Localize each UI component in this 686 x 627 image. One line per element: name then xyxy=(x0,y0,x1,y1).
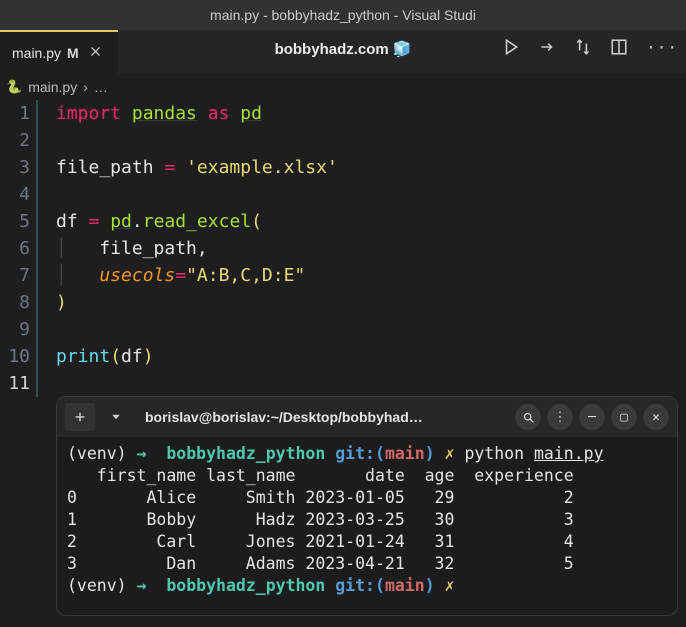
terminal-dropdown-icon[interactable] xyxy=(101,403,131,431)
more-icon[interactable]: ··· xyxy=(646,38,678,60)
breadcrumb-more: … xyxy=(94,79,108,95)
breadcrumb-separator: › xyxy=(83,79,88,95)
code-editor[interactable]: 1 2 3 4 5 6 7 8 9 10 11 import pandas as… xyxy=(0,100,686,397)
table-row: 2 Carl Jones 2021-01-24 31 4 xyxy=(67,532,574,551)
python-file-icon: 🐍 xyxy=(6,79,22,95)
compare-changes-icon[interactable] xyxy=(574,38,592,60)
tab-bar: main.py M bobbyhadz.com 🧊 ··· xyxy=(0,30,686,74)
breadcrumb-file: main.py xyxy=(28,79,77,95)
cube-icon: 🧊 xyxy=(393,40,412,58)
arrow-right-icon[interactable] xyxy=(538,38,556,60)
editor-actions: ··· xyxy=(502,38,678,60)
new-terminal-button[interactable] xyxy=(65,403,95,431)
run-icon[interactable] xyxy=(502,38,520,60)
table-row: 1 Bobby Hadz 2023-03-25 30 3 xyxy=(67,510,574,529)
tab-modified-badge: M xyxy=(67,45,79,61)
minimize-icon[interactable]: ─ xyxy=(579,404,605,430)
table-header: first_name last_name date age experience xyxy=(67,466,574,485)
window-title-bar: main.py - bobbyhadz_python - Visual Stud… xyxy=(0,0,686,30)
breadcrumb[interactable]: 🐍 main.py › … xyxy=(0,74,686,100)
tab-filename: main.py xyxy=(12,45,61,61)
tab-main-py[interactable]: main.py M xyxy=(0,30,118,74)
watermark: bobbyhadz.com 🧊 xyxy=(275,40,412,58)
terminal-title: borislav@borislav:~/Desktop/bobbyhadz_..… xyxy=(137,409,437,425)
terminal-output[interactable]: (venv) → bobbyhadz_python git:(main) ✗ p… xyxy=(57,437,677,603)
menu-icon[interactable]: ⋮ xyxy=(547,404,573,430)
code-content[interactable]: import pandas as pd file_path = 'example… xyxy=(46,100,338,397)
table-row: 3 Dan Adams 2023-04-21 32 5 xyxy=(67,554,574,573)
git-gutter-indicator xyxy=(36,100,46,397)
split-editor-icon[interactable] xyxy=(610,38,628,60)
terminal-panel[interactable]: borislav@borislav:~/Desktop/bobbyhadz_..… xyxy=(56,396,678,616)
close-icon[interactable] xyxy=(85,43,106,64)
close-terminal-icon[interactable]: ✕ xyxy=(643,404,669,430)
maximize-icon[interactable]: ▢ xyxy=(611,404,637,430)
search-icon[interactable] xyxy=(515,404,541,430)
line-gutter: 1 2 3 4 5 6 7 8 9 10 11 xyxy=(0,100,36,397)
terminal-title-bar: borislav@borislav:~/Desktop/bobbyhadz_..… xyxy=(57,397,677,437)
table-row: 0 Alice Smith 2023-01-05 29 2 xyxy=(67,488,574,507)
window-title: main.py - bobbyhadz_python - Visual Stud… xyxy=(210,7,476,23)
